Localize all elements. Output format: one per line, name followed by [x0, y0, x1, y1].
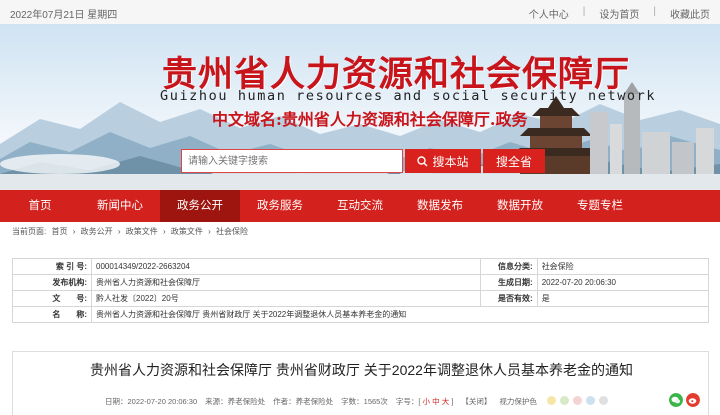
org-value: 贵州省人力资源和社会保障厅: [91, 274, 481, 291]
main-nav: 首页 新闻中心 政务公开 政务服务 互动交流 数据发布 数据开放 专题专栏: [0, 190, 720, 222]
font-medium-button[interactable]: 中: [432, 397, 440, 406]
doc-number-label: 文 号:: [12, 290, 92, 307]
table-row: 索 引 号: 000014349/2022-2663204 信息分类: 社会保险: [12, 258, 710, 275]
font-small-button[interactable]: 小: [423, 397, 431, 406]
table-row: 名 称: 贵州省人力资源和社会保障厅 贵州省财政厅 关于2022年调整退休人员基…: [12, 306, 709, 323]
current-date: 2022年07月21日 星期四: [10, 10, 118, 21]
meta-date: 日期：2022-07-20 20:06:30: [105, 397, 198, 406]
divider: |: [582, 6, 586, 17]
breadcrumb-separator: ›: [117, 227, 121, 236]
vision-label: 视力保护色: [499, 397, 537, 406]
swatch-blue[interactable]: [586, 396, 596, 405]
swatch-gray[interactable]: [599, 396, 609, 405]
swatch-pink[interactable]: [573, 396, 583, 405]
meta-source: 来源：养老保险处: [205, 397, 266, 406]
search-icon: [417, 155, 428, 166]
doc-number-value: 黔人社发〔2022〕20号: [91, 290, 481, 307]
font-size-control: 字号：[ 小 中 大 ]: [396, 396, 454, 407]
org-label: 发布机构:: [12, 274, 92, 291]
personal-center-link[interactable]: 个人中心: [529, 6, 569, 21]
valid-label: 是否有效:: [479, 290, 538, 307]
breadcrumb-policy-2[interactable]: 政策文件: [171, 227, 203, 236]
name-value: 贵州省人力资源和社会保障厅 贵州省财政厅 关于2022年调整退休人员基本养老金的…: [91, 306, 709, 323]
table-row: 文 号: 黔人社发〔2022〕20号 是否有效: 是: [12, 290, 710, 307]
breadcrumb: 当前页面: 首页 › 政务公开 › 政策文件 › 政策文件 › 社会保险: [12, 226, 251, 237]
class-label: 信息分类:: [479, 258, 538, 275]
site-banner: 贵州省人力资源和社会保障厅 Guizhou human resources an…: [0, 24, 720, 190]
search-province-label: 搜全省: [495, 154, 532, 169]
name-label: 名 称:: [12, 306, 92, 323]
font-size-label: 字号：[: [395, 397, 421, 406]
swatch-yellow[interactable]: [546, 396, 556, 405]
breadcrumb-separator: ›: [208, 227, 211, 236]
date-label: 生成日期:: [479, 274, 538, 291]
nav-interaction[interactable]: 互动交流: [320, 190, 400, 222]
nav-topics[interactable]: 专题专栏: [560, 190, 640, 222]
search-input[interactable]: [182, 150, 402, 172]
breadcrumb-home[interactable]: 首页: [51, 227, 67, 236]
table-row: 发布机构: 贵州省人力资源和社会保障厅 生成日期: 2022-07-20 20:…: [12, 274, 710, 291]
wechat-icon[interactable]: [669, 393, 683, 407]
article-title: 贵州省人力资源和社会保障厅 贵州省财政厅 关于2022年调整退休人员基本养老金的…: [90, 362, 633, 378]
divider: |: [653, 6, 656, 17]
nav-data-release[interactable]: 数据发布: [400, 190, 480, 222]
index-value: 000014349/2022-2663204: [91, 258, 481, 275]
font-large-button[interactable]: 大: [442, 397, 450, 406]
class-value: 社会保险: [536, 258, 710, 275]
top-links: 个人中心 | 设为首页 | 收藏此页: [529, 6, 710, 21]
meta-author: 作者：养老保险处: [273, 397, 334, 406]
breadcrumb-policy[interactable]: 政策文件: [126, 227, 158, 236]
set-homepage-link[interactable]: 设为首页: [599, 6, 639, 21]
search-province-button[interactable]: 搜全省: [483, 149, 545, 173]
color-swatches: [545, 396, 609, 407]
article-meta: 日期：2022-07-20 20:06:30 来源：养老保险处 作者：养老保险处…: [105, 396, 609, 407]
breadcrumb-social-insurance[interactable]: 社会保险: [216, 227, 248, 236]
breadcrumb-separator: ›: [72, 227, 76, 236]
nav-news[interactable]: 新闻中心: [80, 190, 160, 222]
chinese-domain: 中文域名:贵州省人力资源和社会保障厅.政务: [212, 110, 528, 129]
close-button[interactable]: 【关闭】: [461, 396, 491, 407]
nav-services[interactable]: 政务服务: [240, 190, 320, 222]
meta-words: 字数：1565次: [341, 397, 388, 406]
weibo-icon[interactable]: [686, 393, 700, 407]
valid-value: 是: [536, 290, 710, 307]
index-label: 索 引 号:: [12, 258, 92, 275]
breadcrumb-label: 当前页面:: [12, 227, 47, 236]
breadcrumb-open-government[interactable]: 政务公开: [81, 227, 113, 236]
search-site-button[interactable]: 搜本站: [405, 149, 481, 173]
search-site-label: 搜本站: [432, 154, 469, 169]
bookmark-link[interactable]: 收藏此页: [670, 6, 710, 21]
article-panel: 贵州省人力资源和社会保障厅 贵州省财政厅 关于2022年调整退休人员基本养老金的…: [12, 351, 709, 415]
nav-open-government[interactable]: 政务公开: [160, 190, 240, 222]
date-value: 2022-07-20 20:06:30: [536, 274, 710, 291]
swatch-green[interactable]: [560, 396, 569, 405]
site-title-english: Guizhou human resources and social secur…: [160, 88, 657, 104]
font-size-end: ]: [451, 397, 454, 406]
breadcrumb-separator: ›: [162, 227, 166, 236]
top-bar: 2022年07月21日 星期四 个人中心 | 设为首页 | 收藏此页: [0, 0, 720, 24]
nav-data-open[interactable]: 数据开放: [480, 190, 560, 222]
document-info-table: 索 引 号: 000014349/2022-2663204 信息分类: 社会保险…: [12, 258, 710, 323]
nav-home[interactable]: 首页: [0, 190, 80, 222]
search-field[interactable]: [181, 149, 403, 173]
